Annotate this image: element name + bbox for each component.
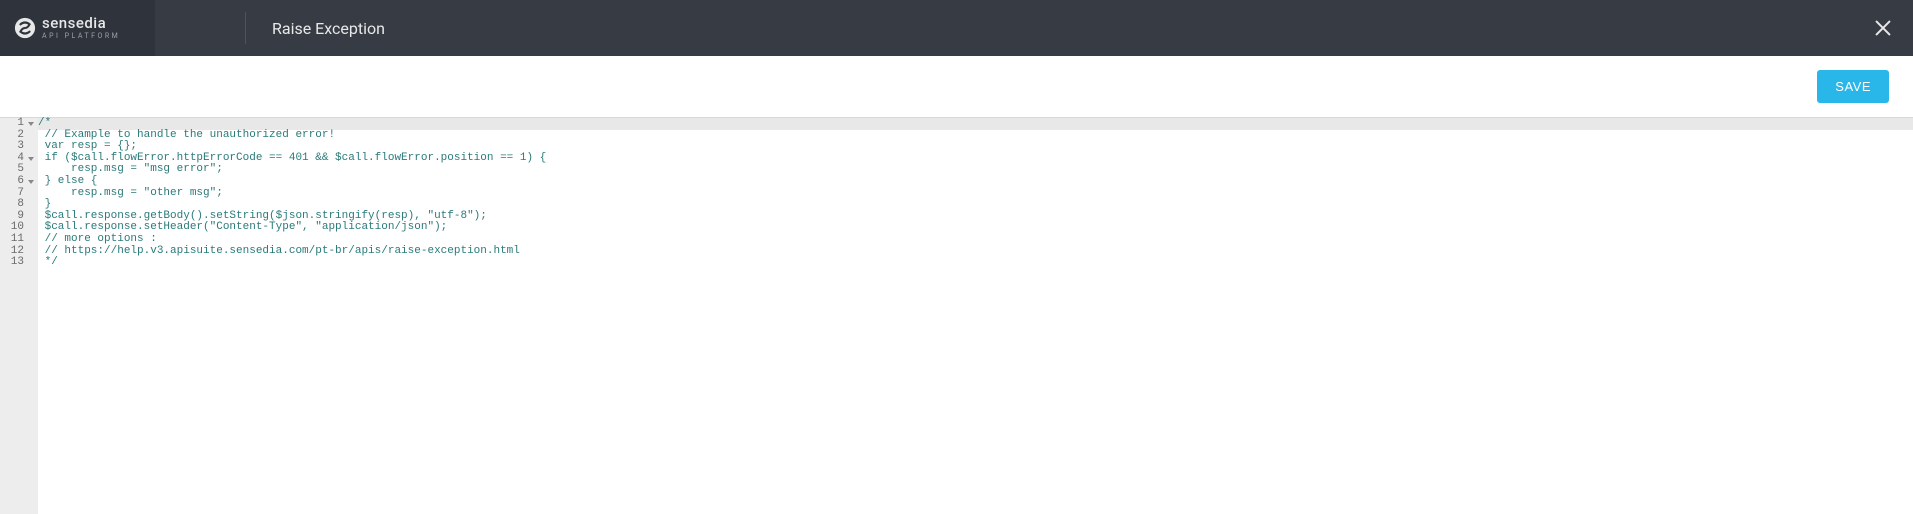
- line-number: 1: [0, 118, 34, 130]
- code-line[interactable]: // Example to handle the unauthorized er…: [38, 130, 1913, 142]
- code-line[interactable]: $call.response.setHeader("Content-Type",…: [38, 222, 1913, 234]
- fold-marker-icon[interactable]: [28, 157, 34, 161]
- code-area[interactable]: /* // Example to handle the unauthorized…: [38, 118, 1913, 514]
- line-number: 11: [0, 234, 34, 246]
- line-number: 6: [0, 176, 34, 188]
- brand-logo: sensedia API PLATFORM: [0, 0, 155, 56]
- toolbar: SAVE: [0, 56, 1913, 118]
- header-divider: [245, 12, 246, 44]
- close-button[interactable]: [1869, 14, 1897, 42]
- code-line[interactable]: // more options :: [38, 234, 1913, 246]
- fold-marker-icon[interactable]: [28, 180, 34, 184]
- code-line[interactable]: /*: [38, 118, 1913, 130]
- code-line[interactable]: */: [38, 257, 1913, 269]
- code-line[interactable]: }: [38, 199, 1913, 211]
- save-button[interactable]: SAVE: [1817, 70, 1889, 103]
- code-line[interactable]: } else {: [38, 176, 1913, 188]
- code-line[interactable]: if ($call.flowError.httpErrorCode == 401…: [38, 153, 1913, 165]
- brand-subtitle: API PLATFORM: [42, 33, 120, 40]
- sensedia-logo-icon: [14, 17, 36, 39]
- code-line[interactable]: // https://help.v3.apisuite.sensedia.com…: [38, 246, 1913, 258]
- app-header: sensedia API PLATFORM Raise Exception: [0, 0, 1913, 56]
- code-line[interactable]: resp.msg = "msg error";: [38, 164, 1913, 176]
- code-line[interactable]: resp.msg = "other msg";: [38, 188, 1913, 200]
- close-icon: [1872, 17, 1894, 39]
- page-title: Raise Exception: [272, 19, 385, 38]
- line-number: 8: [0, 199, 34, 211]
- line-number: 13: [0, 257, 34, 269]
- code-editor[interactable]: 12345678910111213 /* // Example to handl…: [0, 118, 1913, 514]
- brand-name: sensedia: [42, 16, 120, 31]
- fold-marker-icon[interactable]: [28, 122, 34, 126]
- line-number-gutter: 12345678910111213: [0, 118, 38, 514]
